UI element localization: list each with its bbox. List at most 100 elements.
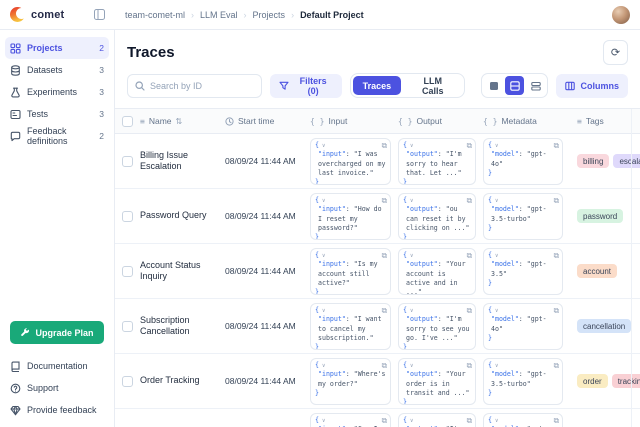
table-row[interactable]: Billing Issue Escalation 08/09/24 11:44 … <box>115 134 640 189</box>
chevron-down-icon[interactable]: ∨ <box>495 253 498 259</box>
row-checkbox[interactable] <box>122 321 133 332</box>
output-json-cell[interactable]: ⧉ {∨ "output": "Your account is active a… <box>398 248 476 295</box>
metadata-json-cell[interactable]: ⧉ {∨ "model": "gpt-3.5" } <box>483 248 563 295</box>
metadata-json-cell[interactable]: ⧉ {∨ "model": "gpt-3.5-turbo" } <box>483 358 563 405</box>
output-json-cell[interactable]: ⧉ {∨ "output": "ou can reset it by click… <box>398 193 476 240</box>
column-header-name[interactable]: Name <box>149 116 172 126</box>
output-json-cell[interactable]: ⧉ {∨ "output": "I'm sorry to see you go.… <box>398 303 476 350</box>
copy-icon[interactable]: ⧉ <box>382 416 387 427</box>
copy-icon[interactable]: ⧉ <box>467 196 472 207</box>
chevron-down-icon[interactable]: ∨ <box>410 198 413 204</box>
chevron-down-icon[interactable]: ∨ <box>410 418 413 424</box>
column-header-input[interactable]: Input <box>328 116 347 126</box>
chevron-down-icon[interactable]: ∨ <box>410 143 413 149</box>
tag-tracking[interactable]: tracking <box>612 374 640 388</box>
copy-icon[interactable]: ⧉ <box>382 141 387 152</box>
breadcrumb-projects[interactable]: Projects <box>253 10 286 20</box>
table-row[interactable]: Password Query 08/09/24 11:44 AM ⧉ {∨ "i… <box>115 189 640 244</box>
sidebar-item-support[interactable]: Support <box>5 377 109 399</box>
sidebar-item-tests[interactable]: Tests 3 <box>5 103 109 125</box>
chevron-down-icon[interactable]: ∨ <box>322 143 325 149</box>
chevron-down-icon[interactable]: ∨ <box>322 253 325 259</box>
copy-icon[interactable]: ⧉ <box>382 196 387 207</box>
breadcrumb-workspace[interactable]: team-comet-ml <box>125 10 185 20</box>
density-default-button[interactable] <box>505 76 524 95</box>
trace-name[interactable]: Account Status Inquiry <box>140 260 225 283</box>
avatar[interactable] <box>612 6 630 24</box>
chevron-down-icon[interactable]: ∨ <box>495 198 498 204</box>
tag-order[interactable]: order <box>577 374 608 388</box>
chevron-down-icon[interactable]: ∨ <box>495 143 498 149</box>
chevron-down-icon[interactable]: ∨ <box>322 308 325 314</box>
row-checkbox[interactable] <box>122 211 133 222</box>
sidebar-collapse-icon[interactable] <box>94 9 105 20</box>
copy-icon[interactable]: ⧉ <box>382 251 387 262</box>
table-row[interactable]: Subscription Cancellation 08/09/24 11:44… <box>115 299 640 354</box>
row-checkbox[interactable] <box>122 156 133 167</box>
trace-name[interactable]: Order Tracking <box>140 375 225 386</box>
tab-traces[interactable]: Traces <box>353 76 402 95</box>
copy-icon[interactable]: ⧉ <box>554 251 559 262</box>
row-checkbox[interactable] <box>122 376 133 387</box>
input-json-cell[interactable]: ⧉ {∨ "input": "How do I reset my passwor… <box>310 193 391 240</box>
sidebar-item-projects[interactable]: Projects 2 <box>5 37 109 59</box>
sidebar-item-datasets[interactable]: Datasets 3 <box>5 59 109 81</box>
columns-button[interactable]: Columns <box>556 74 628 98</box>
input-json-cell[interactable]: ⧉ {∨ "input": "Is my account still activ… <box>310 248 391 295</box>
copy-icon[interactable]: ⧉ <box>554 196 559 207</box>
input-json-cell[interactable]: ⧉ {∨ "input": "Where's my order?" } <box>310 358 391 405</box>
trace-name[interactable]: Billing Issue Escalation <box>140 150 225 173</box>
copy-icon[interactable]: ⧉ <box>382 361 387 372</box>
table-row[interactable]: Order Tracking 08/09/24 11:44 AM ⧉ {∨ "i… <box>115 354 640 409</box>
sidebar-item-documentation[interactable]: Documentation <box>5 355 109 377</box>
copy-icon[interactable]: ⧉ <box>554 416 559 427</box>
output-json-cell[interactable]: ⧉ {∨ "output": "Your order is in transit… <box>398 358 476 405</box>
search-input[interactable] <box>150 81 254 91</box>
column-header-metadata[interactable]: Metadata <box>501 116 536 126</box>
sidebar-item-experiments[interactable]: Experiments 3 <box>5 81 109 103</box>
chevron-down-icon[interactable]: ∨ <box>410 308 413 314</box>
output-json-cell[interactable]: ⧉ {∨ "output": "I've submitted your refu… <box>398 413 476 427</box>
metadata-json-cell[interactable]: ⧉ {∨ "model": "gpt-3.5" } <box>483 413 563 427</box>
trace-name[interactable]: Password Query <box>140 210 225 221</box>
copy-icon[interactable]: ⧉ <box>467 141 472 152</box>
chevron-down-icon[interactable]: ∨ <box>410 363 413 369</box>
sidebar-item-feedback-definitions[interactable]: Feedback definitions 2 <box>5 125 109 147</box>
copy-icon[interactable]: ⧉ <box>467 306 472 317</box>
chevron-down-icon[interactable]: ∨ <box>322 418 325 424</box>
breadcrumb-project-group[interactable]: LLM Eval <box>200 10 238 20</box>
density-expanded-button[interactable] <box>526 76 545 95</box>
column-header-output[interactable]: Output <box>416 116 442 126</box>
select-all-checkbox[interactable] <box>122 116 133 127</box>
tag-billing[interactable]: billing <box>577 154 609 168</box>
tag-escalation[interactable]: escalation <box>613 154 640 168</box>
input-json-cell[interactable]: ⧉ {∨ "input": "I was overcharged on my l… <box>310 138 391 185</box>
tag-password[interactable]: password <box>577 209 623 223</box>
chevron-down-icon[interactable]: ∨ <box>495 363 498 369</box>
chevron-down-icon[interactable]: ∨ <box>322 198 325 204</box>
metadata-json-cell[interactable]: ⧉ {∨ "model": "gpt-4o" } <box>483 138 563 185</box>
input-json-cell[interactable]: ⧉ {∨ "input": "I want to cancel my subsc… <box>310 303 391 350</box>
input-json-cell[interactable]: ⧉ {∨ "input": "Can I get a refund for my… <box>310 413 391 427</box>
copy-icon[interactable]: ⧉ <box>467 251 472 262</box>
table-row[interactable]: Refund Request 08/09/24 11:44 AM ⧉ {∨ "i… <box>115 409 640 427</box>
search-box[interactable] <box>127 74 262 98</box>
chevron-down-icon[interactable]: ∨ <box>495 418 498 424</box>
tab-llm-calls[interactable]: LLM Calls <box>403 76 462 95</box>
trace-name[interactable]: Subscription Cancellation <box>140 315 225 338</box>
output-json-cell[interactable]: ⧉ {∨ "output": "I'm sorry to hear that. … <box>398 138 476 185</box>
chevron-down-icon[interactable]: ∨ <box>322 363 325 369</box>
row-checkbox[interactable] <box>122 266 133 277</box>
copy-icon[interactable]: ⧉ <box>382 306 387 317</box>
column-header-start-time[interactable]: Start time <box>238 116 274 126</box>
copy-icon[interactable]: ⧉ <box>554 361 559 372</box>
refresh-button[interactable]: ⟳ <box>603 40 628 65</box>
density-compact-button[interactable] <box>484 76 503 95</box>
copy-icon[interactable]: ⧉ <box>467 416 472 427</box>
metadata-json-cell[interactable]: ⧉ {∨ "model": "gpt-4o" } <box>483 303 563 350</box>
sidebar-item-provide-feedback[interactable]: Provide feedback <box>5 399 109 421</box>
metadata-json-cell[interactable]: ⧉ {∨ "model": "gpt-3.5-turbo" } <box>483 193 563 240</box>
chevron-down-icon[interactable]: ∨ <box>495 308 498 314</box>
copy-icon[interactable]: ⧉ <box>554 306 559 317</box>
tag-cancellation[interactable]: cancellation <box>577 319 631 333</box>
